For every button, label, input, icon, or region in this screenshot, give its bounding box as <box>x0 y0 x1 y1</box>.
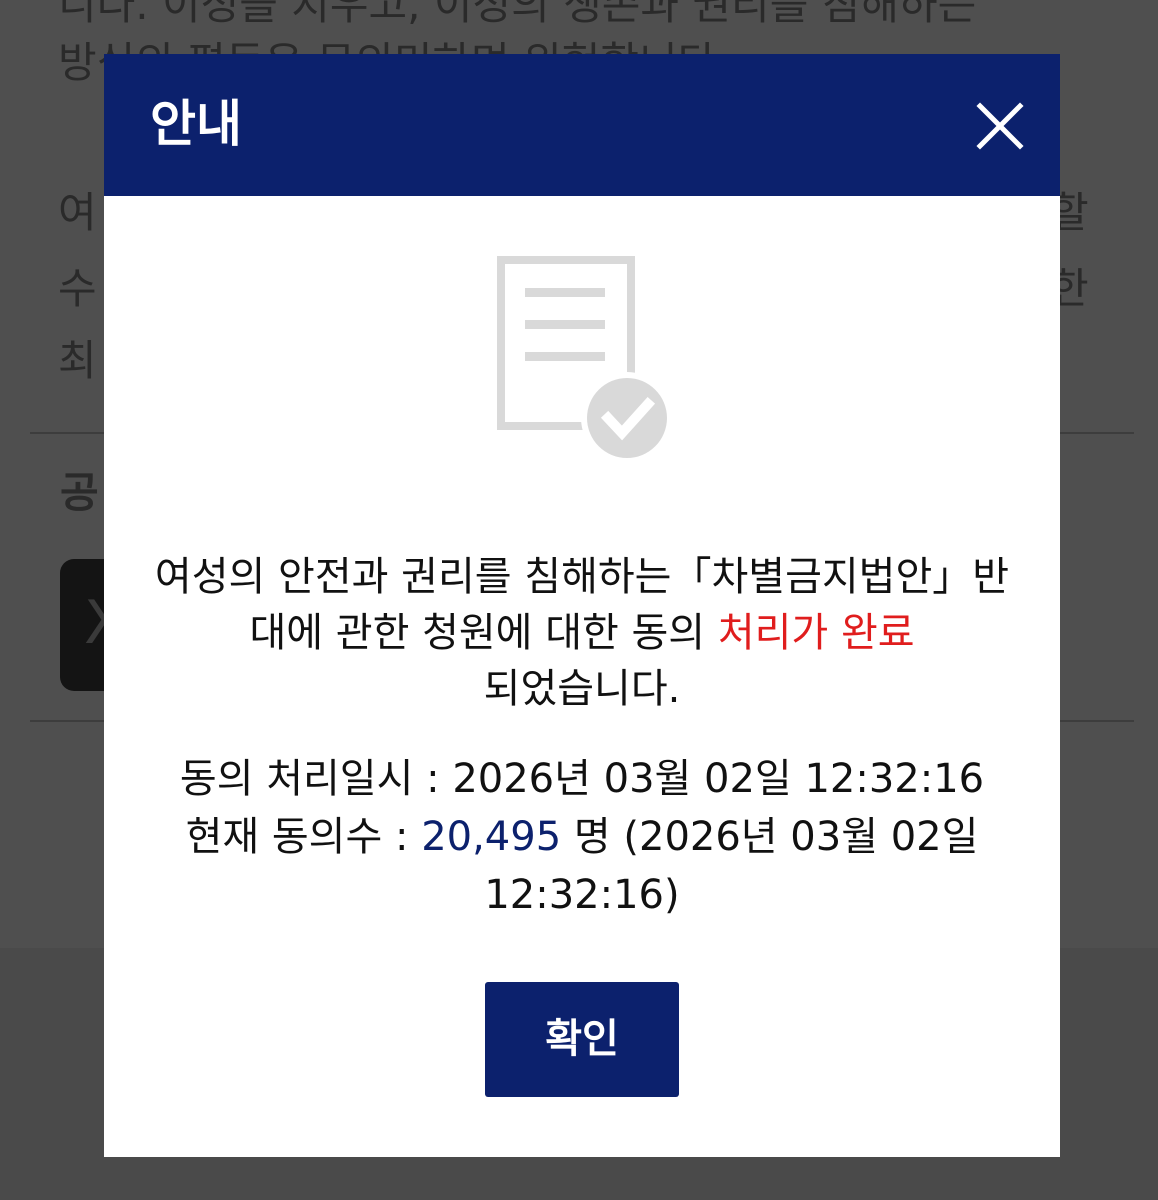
count-unit: 명 <box>561 814 624 860</box>
notice-modal: 안내 여성의 안전과 권리를 침해하는「차별금지법안」반대에 관한 청원에 대한… <box>104 54 1060 1157</box>
completion-message: 여성의 안전과 권리를 침해하는「차별금지법안」반대에 관한 청원에 대한 동의… <box>144 549 1020 717</box>
close-button[interactable] <box>974 100 1026 152</box>
modal-header: 안내 <box>104 54 1060 196</box>
document-check-icon <box>497 256 673 464</box>
background-text: 여 <box>58 188 97 237</box>
close-icon <box>976 102 1024 150</box>
processed-label: 동의 처리일시 : <box>179 756 453 802</box>
count-label: 현재 동의수 : <box>185 814 422 860</box>
background-text: 니다. 이성을 지우고, 이성의 생존과 권리를 침해하는 <box>58 0 977 29</box>
consent-count-row: 현재 동의수 : 20,495 명 (2026년 03월 02일 12:32:1… <box>144 808 1020 924</box>
modal-title: 안내 <box>150 95 242 153</box>
message-tail: 되었습니다. <box>483 666 681 712</box>
background-text: 최 <box>58 336 97 385</box>
background-text: 공 <box>60 468 99 517</box>
background-text: 수 <box>58 264 97 313</box>
confirm-button[interactable]: 확인 <box>485 982 679 1097</box>
count-value: 20,495 <box>421 814 562 860</box>
consent-details: 동의 처리일시 : 2026년 03월 02일 12:32:16 현재 동의수 … <box>144 750 1020 924</box>
message-highlight: 처리가 완료 <box>717 610 915 656</box>
processed-value: 2026년 03월 02일 12:32:16 <box>452 756 985 802</box>
processed-datetime-row: 동의 처리일시 : 2026년 03월 02일 12:32:16 <box>144 750 1020 808</box>
